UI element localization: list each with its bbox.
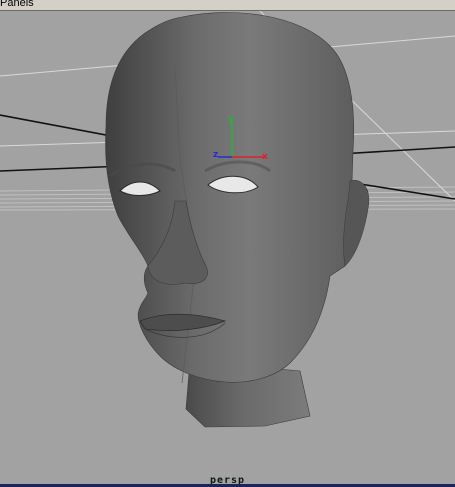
viewport-menubar: Panels (0, 0, 455, 11)
z-axis-label: z (213, 150, 218, 160)
camera-label: persp (209, 475, 246, 484)
y-axis-label: y (228, 114, 234, 124)
viewport-canvas: y x z (0, 11, 455, 428)
perspective-viewport[interactable]: y x z persp (0, 11, 455, 484)
x-axis-label: x (262, 152, 268, 162)
panels-menu[interactable]: Panels (0, 0, 34, 10)
